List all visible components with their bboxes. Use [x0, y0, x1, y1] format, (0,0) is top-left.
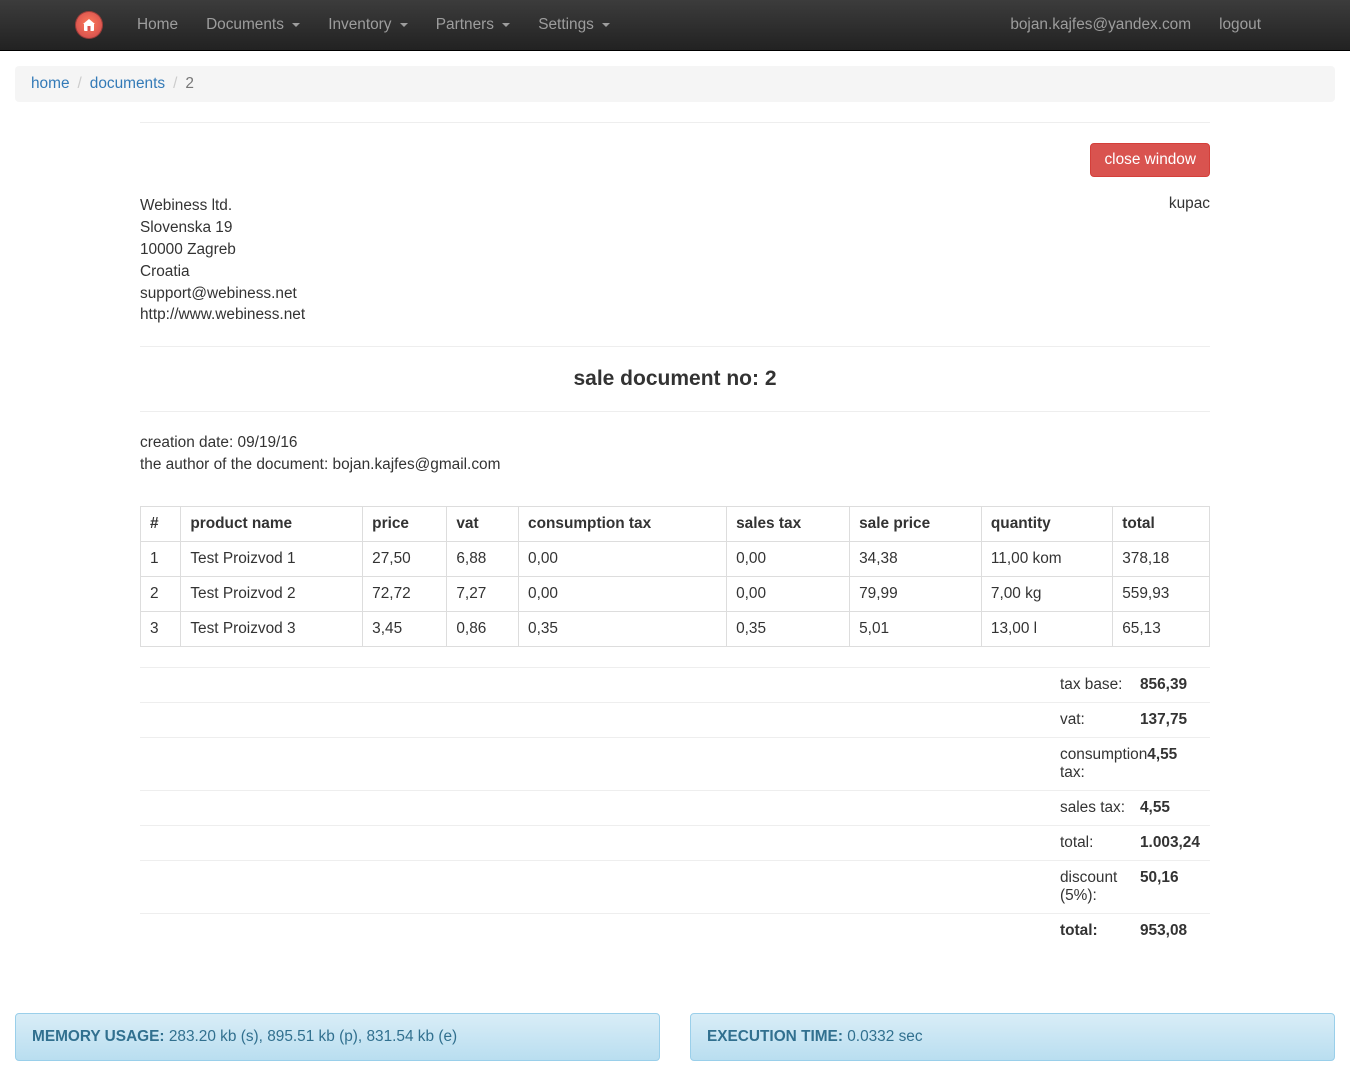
col-vat: vat: [447, 507, 519, 542]
breadcrumb: home documents 2: [15, 66, 1335, 102]
cell-cons_tax: 0,35: [519, 612, 727, 647]
items-table: # product name price vat consumption tax…: [140, 506, 1210, 647]
nav-documents[interactable]: Documents: [192, 1, 314, 49]
author-label: the author of the document:: [140, 456, 333, 473]
tax-base-label: tax base:: [140, 676, 1140, 694]
subtotal-label: total:: [140, 834, 1140, 852]
breadcrumb-current: 2: [165, 75, 194, 93]
table-row: 2Test Proizvod 272,727,270,000,0079,997,…: [141, 577, 1210, 612]
cell-total: 559,93: [1113, 577, 1210, 612]
sales-tax-value: 4,55: [1140, 799, 1210, 817]
nav-settings[interactable]: Settings: [524, 1, 624, 49]
nav-user-email[interactable]: bojan.kajfes@yandex.com: [996, 1, 1205, 49]
cell-price: 3,45: [363, 612, 447, 647]
caret-down-icon: [400, 23, 408, 27]
execution-time-panel: EXECUTION TIME: 0.0332 sec: [690, 1013, 1335, 1061]
cell-name: Test Proizvod 3: [181, 612, 363, 647]
company-street: Slovenska 19: [140, 217, 305, 239]
breadcrumb-home[interactable]: home: [31, 75, 70, 92]
author-value: bojan.kajfes@gmail.com: [333, 456, 501, 473]
col-total: total: [1113, 507, 1210, 542]
cell-sale_price: 34,38: [850, 542, 982, 577]
company-email: support@webiness.net: [140, 283, 305, 305]
breadcrumb-documents[interactable]: documents: [90, 75, 165, 92]
sales-tax-label: sales tax:: [140, 799, 1140, 817]
cell-quantity: 7,00 kg: [981, 577, 1112, 612]
brand-logo-icon[interactable]: [75, 11, 103, 39]
cell-quantity: 13,00 l: [981, 612, 1112, 647]
memory-usage-value: 283.20 kb (s), 895.51 kb (p), 831.54 kb …: [165, 1028, 458, 1045]
memory-usage-label: MEMORY USAGE:: [32, 1028, 165, 1045]
table-row: 1Test Proizvod 127,506,880,000,0034,3811…: [141, 542, 1210, 577]
caret-down-icon: [602, 23, 610, 27]
cell-idx: 1: [141, 542, 181, 577]
company-name: Webiness ltd.: [140, 195, 305, 217]
table-header-row: # product name price vat consumption tax…: [141, 507, 1210, 542]
nav-inventory[interactable]: Inventory: [314, 1, 422, 49]
col-sales-tax: sales tax: [727, 507, 850, 542]
cell-cons_tax: 0,00: [519, 542, 727, 577]
buyer-label: kupac: [1169, 195, 1210, 326]
consumption-tax-value: 4,55: [1147, 746, 1210, 782]
vat-value: 137,75: [1140, 711, 1210, 729]
consumption-tax-label: consumption tax:: [140, 746, 1147, 782]
cell-name: Test Proizvod 1: [181, 542, 363, 577]
cell-sales_tax: 0,00: [727, 542, 850, 577]
company-url: http://www.webiness.net: [140, 304, 305, 326]
caret-down-icon: [292, 23, 300, 27]
cell-sales_tax: 0,00: [727, 577, 850, 612]
totals-block: tax base:856,39 vat:137,75 consumption t…: [140, 667, 1210, 948]
creation-date-value: 09/19/16: [238, 434, 298, 451]
tax-base-value: 856,39: [1140, 676, 1210, 694]
cell-idx: 2: [141, 577, 181, 612]
cell-vat: 7,27: [447, 577, 519, 612]
col-quantity: quantity: [981, 507, 1112, 542]
cell-sale_price: 79,99: [850, 577, 982, 612]
cell-sale_price: 5,01: [850, 612, 982, 647]
execution-time-label: EXECUTION TIME:: [707, 1028, 843, 1045]
col-idx: #: [141, 507, 181, 542]
memory-usage-panel: MEMORY USAGE: 283.20 kb (s), 895.51 kb (…: [15, 1013, 660, 1061]
caret-down-icon: [502, 23, 510, 27]
subtotal-value: 1.003,24: [1140, 834, 1210, 852]
vat-label: vat:: [140, 711, 1140, 729]
col-consumption-tax: consumption tax: [519, 507, 727, 542]
discount-value: 50,16: [1140, 869, 1210, 905]
document-title: sale document no: 2: [140, 367, 1210, 391]
cell-vat: 6,88: [447, 542, 519, 577]
document-meta: creation date: 09/19/16 the author of th…: [140, 432, 1210, 476]
table-row: 3Test Proizvod 33,450,860,350,355,0113,0…: [141, 612, 1210, 647]
nav-home[interactable]: Home: [123, 1, 192, 49]
nav-logout[interactable]: logout: [1205, 1, 1275, 49]
cell-price: 27,50: [363, 542, 447, 577]
col-product-name: product name: [181, 507, 363, 542]
cell-quantity: 11,00 kom: [981, 542, 1112, 577]
company-city: 10000 Zagreb: [140, 239, 305, 261]
final-total-value: 953,08: [1140, 922, 1210, 940]
cell-vat: 0,86: [447, 612, 519, 647]
execution-time-value: 0.0332 sec: [843, 1028, 923, 1045]
cell-name: Test Proizvod 2: [181, 577, 363, 612]
discount-label: discount (5%):: [140, 869, 1140, 905]
cell-sales_tax: 0,35: [727, 612, 850, 647]
col-sale-price: sale price: [850, 507, 982, 542]
company-info: Webiness ltd. Slovenska 19 10000 Zagreb …: [140, 195, 305, 326]
cell-price: 72,72: [363, 577, 447, 612]
col-price: price: [363, 507, 447, 542]
cell-total: 65,13: [1113, 612, 1210, 647]
navbar: Home Documents Inventory Partners Settin…: [0, 0, 1350, 51]
creation-date-label: creation date:: [140, 434, 238, 451]
company-country: Croatia: [140, 261, 305, 283]
close-window-button[interactable]: close window: [1090, 143, 1210, 177]
final-total-label: total:: [140, 922, 1140, 940]
nav-partners[interactable]: Partners: [422, 1, 524, 49]
cell-total: 378,18: [1113, 542, 1210, 577]
cell-idx: 3: [141, 612, 181, 647]
cell-cons_tax: 0,00: [519, 577, 727, 612]
